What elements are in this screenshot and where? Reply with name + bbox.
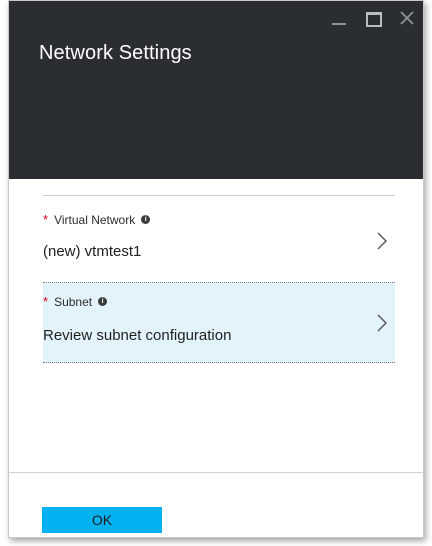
network-settings-blade: Network Settings * Virtual Network i (ne…: [8, 0, 424, 538]
virtual-network-value: (new) vtmtest1: [43, 243, 142, 260]
virtual-network-label: Virtual Network: [54, 212, 136, 227]
maximize-icon[interactable]: [363, 8, 383, 28]
window-controls: [329, 7, 417, 29]
virtual-network-field[interactable]: * Virtual Network i (new) vtmtest1: [43, 203, 395, 283]
chevron-right-icon: [377, 314, 387, 332]
chevron-right-icon: [377, 232, 387, 250]
blade-footer: OK: [9, 472, 423, 537]
subnet-label: Subnet: [54, 294, 93, 309]
info-icon[interactable]: i: [141, 215, 151, 224]
subnet-field[interactable]: * Subnet i Review subnet configuration: [43, 283, 395, 363]
subnet-label-row: * Subnet i: [43, 294, 108, 309]
blade-title: Network Settings: [39, 42, 192, 64]
subnet-value: Review subnet configuration: [43, 327, 232, 344]
divider: [43, 195, 395, 196]
info-icon[interactable]: i: [98, 297, 108, 306]
required-asterisk: *: [43, 212, 49, 227]
virtual-network-label-row: * Virtual Network i: [43, 212, 151, 227]
minimize-icon[interactable]: [329, 8, 349, 28]
ok-button[interactable]: OK: [42, 507, 162, 533]
blade-header: Network Settings: [9, 1, 423, 179]
close-icon[interactable]: [397, 8, 417, 28]
blade-content: * Virtual Network i (new) vtmtest1 * Sub…: [9, 179, 423, 473]
required-asterisk: *: [43, 294, 49, 309]
